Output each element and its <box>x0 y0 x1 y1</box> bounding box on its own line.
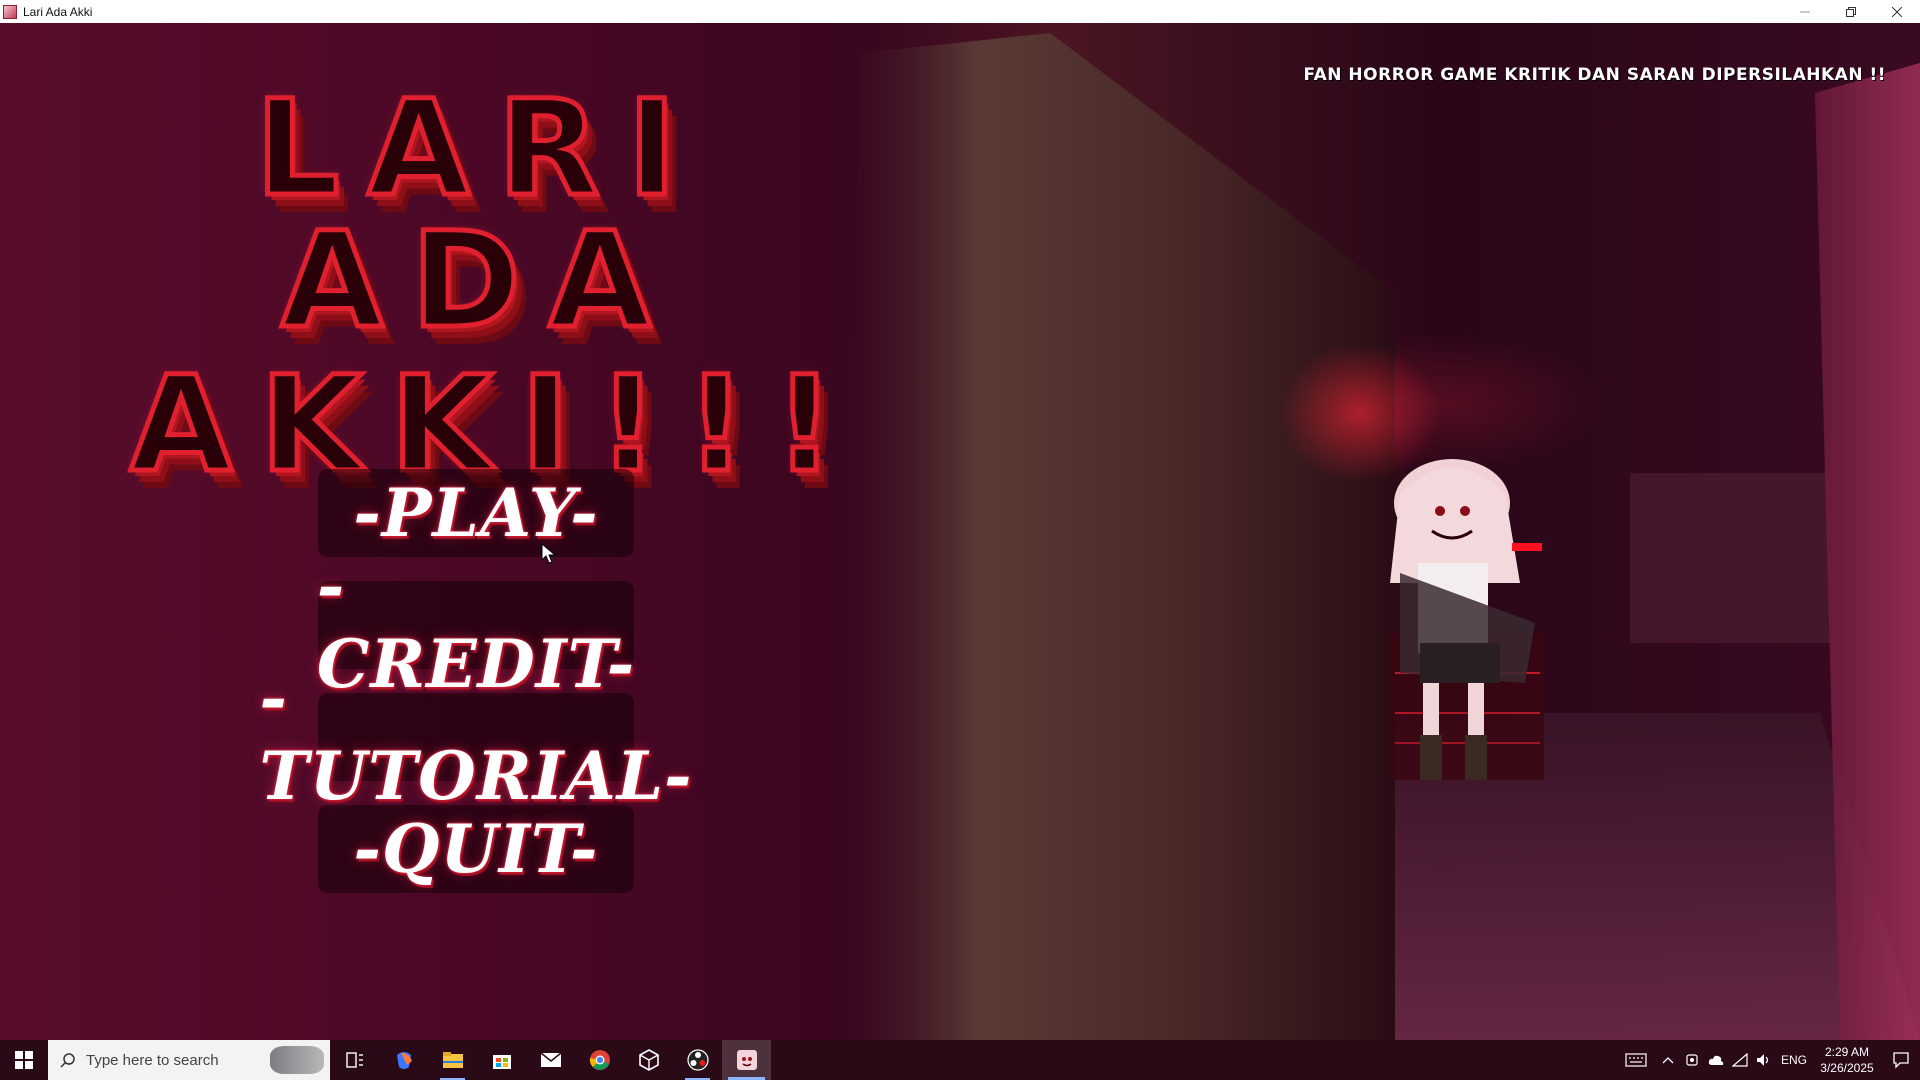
task-view-icon <box>345 1052 363 1068</box>
lari-ada-akki-button[interactable] <box>722 1040 771 1080</box>
play-label: -PLAY- <box>353 474 599 552</box>
network-button[interactable] <box>1728 1040 1752 1080</box>
close-button[interactable] <box>1874 0 1920 23</box>
search-placeholder: Type here to search <box>86 1051 219 1069</box>
restore-icon <box>1846 6 1856 17</box>
obs-icon <box>686 1049 709 1071</box>
clock-time: 2:29 AM <box>1824 1045 1870 1059</box>
minimize-icon <box>1800 11 1810 12</box>
search-icon <box>60 1053 75 1068</box>
store-button[interactable] <box>477 1040 526 1080</box>
logo-line-1: LARI ADA <box>253 72 705 358</box>
file-explorer-icon <box>442 1052 463 1068</box>
chrome-button[interactable] <box>575 1040 624 1080</box>
concrete-wall <box>840 33 1395 1040</box>
show-hidden-icons-button[interactable] <box>1656 1040 1680 1080</box>
window-controls <box>1782 0 1920 23</box>
language-label: ENG <box>1780 1053 1807 1067</box>
keyboard-button[interactable] <box>1616 1040 1656 1080</box>
game-viewport[interactable]: LARI ADA AKKI!!! -PLAY- -CREDIT- -TUTORI… <box>0 23 1920 1040</box>
lari-ada-akki-icon <box>736 1050 757 1070</box>
window-title: Lari Ada Akki <box>23 4 93 19</box>
mail-icon <box>540 1052 561 1067</box>
taskbar-search[interactable]: Type here to search <box>48 1040 330 1080</box>
tutorial-label: -TUTORIAL- <box>259 659 693 815</box>
camera-icon <box>1686 1054 1698 1066</box>
unity-icon <box>638 1049 659 1071</box>
unity-button[interactable] <box>624 1040 673 1080</box>
red-light <box>1280 343 1440 483</box>
volume-button[interactable] <box>1752 1040 1776 1080</box>
window-titlebar[interactable]: Lari Ada Akki <box>0 0 1920 23</box>
clock[interactable]: 2:29 AM 3/26/2025 <box>1812 1044 1882 1076</box>
feedback-banner: FAN HORROR GAME KRITIK DAN SARAN DIPERSI… <box>1303 65 1886 85</box>
chevron-up-icon <box>1662 1057 1674 1064</box>
file-explorer-button[interactable] <box>428 1040 477 1080</box>
mouse-cursor-icon <box>541 543 557 564</box>
task-view-button[interactable] <box>330 1040 379 1080</box>
game-logo: LARI ADA AKKI!!! <box>128 72 837 494</box>
copilot-button[interactable] <box>379 1040 428 1080</box>
close-icon <box>1892 6 1902 17</box>
restore-button[interactable] <box>1828 0 1874 23</box>
clock-date: 3/26/2025 <box>1820 1061 1874 1075</box>
windows-logo-icon <box>15 1051 33 1069</box>
copilot-icon <box>396 1052 412 1069</box>
akki-character <box>1390 459 1544 780</box>
back-wall <box>1630 473 1830 643</box>
language-indicator[interactable]: ENG <box>1776 1040 1812 1080</box>
play-button[interactable]: -PLAY- <box>318 469 634 557</box>
store-icon <box>492 1055 511 1069</box>
system-tray: ENG 2:29 AM 3/26/2025 <box>1616 1040 1920 1080</box>
quit-label: -QUIT- <box>353 810 599 888</box>
chrome-icon <box>589 1050 610 1070</box>
wifi-icon <box>1732 1053 1748 1067</box>
volume-icon <box>1757 1054 1769 1066</box>
obs-button[interactable] <box>673 1040 722 1080</box>
app-icon <box>3 4 17 19</box>
keyboard-icon <box>1625 1053 1647 1067</box>
taskbar: Type here to search ENG 2:29 AM 3/26/202… <box>0 1040 1920 1080</box>
minimize-button[interactable] <box>1782 0 1828 23</box>
credit-button[interactable]: -CREDIT- <box>317 547 634 703</box>
notification-icon <box>1893 1052 1909 1069</box>
quit-button[interactable]: -QUIT- <box>318 805 634 893</box>
main-menu: -PLAY- -CREDIT- -TUTORIAL- -QUIT- <box>260 469 692 917</box>
meet-now-button[interactable] <box>1680 1040 1704 1080</box>
start-button[interactable] <box>0 1040 48 1080</box>
tutorial-button[interactable]: -TUTORIAL- <box>260 659 692 815</box>
notification-center-button[interactable] <box>1882 1040 1920 1080</box>
onedrive-button[interactable] <box>1704 1040 1728 1080</box>
search-highlight-image <box>270 1046 324 1074</box>
mail-button[interactable] <box>526 1040 575 1080</box>
cloud-icon <box>1708 1055 1724 1065</box>
